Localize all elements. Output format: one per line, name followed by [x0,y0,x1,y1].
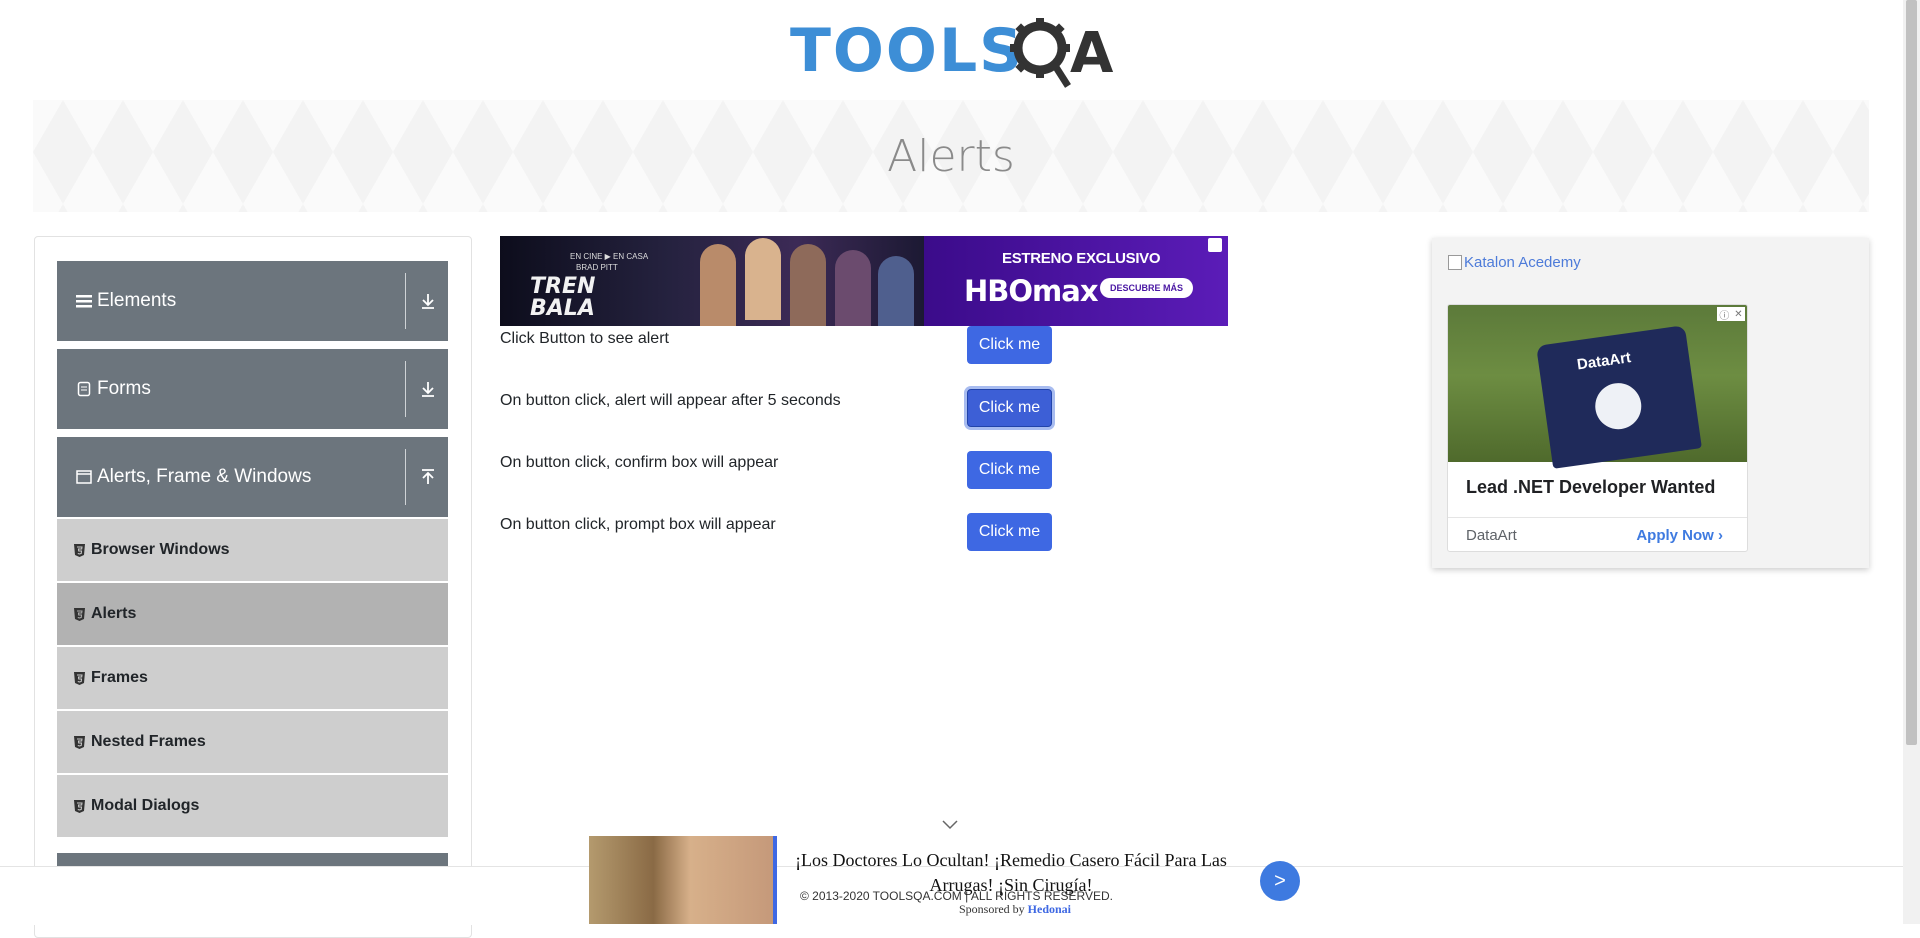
page-scrollbar[interactable] [1903,0,1920,924]
sidebar-item-nested-frames[interactable]: Nested Frames [57,711,448,774]
sidebar-item-label: Frames [91,669,148,686]
html5-icon [73,543,85,557]
html5-icon [73,607,85,621]
alert-label: Click Button to see alert [500,330,669,347]
toolsqa-logo[interactable]: TOOLS A [790,14,1120,94]
ad-footer: DataArt Apply Now › [1448,517,1747,551]
window-icon [75,468,93,486]
movie-ad-banner[interactable]: EN CINE ▶ EN CASA BRAD PITT TREN BALA ES… [500,236,1228,326]
broken-image-icon [1448,255,1462,270]
divider [405,361,406,417]
sidebar-group-label: Forms [97,378,151,399]
hbomax-cta-button[interactable]: DESCUBRE MÁS [1100,278,1194,298]
movie-ad-poster: EN CINE ▶ EN CASA BRAD PITT TREN BALA [500,236,924,326]
ad-advertiser: DataArt [1466,526,1517,544]
sponsor-name: Hedonai [1027,902,1072,916]
bag-brand-text: DataArt [1575,349,1632,374]
html5-icon [73,671,85,685]
page-title: Alerts [887,130,1015,182]
chevron-down-icon[interactable] [942,820,958,830]
hamburger-icon [75,292,93,310]
prompt-button[interactable]: Click me [967,513,1052,551]
logo-wordmark-left: TOOLS [790,16,1025,86]
divider [405,273,406,329]
sidebar-item-modal-dialogs[interactable]: Modal Dialogs [57,775,448,838]
sidebar-item-browser-windows[interactable]: Browser Windows [57,519,448,582]
movie-ad-tag: EN CINE ▶ EN CASA [570,252,649,261]
alert-button[interactable]: Click me [967,326,1052,364]
dataart-ad-card[interactable]: ⓘ ✕ DataArt Lead .NET Developer Wanted Da… [1447,304,1748,552]
chevron-right-icon: › [1718,526,1723,544]
confirm-button[interactable]: Click me [967,451,1052,489]
right-ad-panel: Katalon Acedemy ⓘ ✕ DataArt Lead .NET Dev… [1432,238,1869,568]
sidebar-group-label: Elements [97,290,177,311]
prompt-label: On button click, prompt box will appear [500,516,776,533]
page-header-banner: Alerts [33,100,1869,212]
apply-now-link[interactable]: Apply Now › [1636,527,1723,544]
movie-ad-actor: BRAD PITT [576,263,618,272]
timer-alert-label: On button click, alert will appear after… [500,392,841,409]
sticky-bottom-ad[interactable]: ¡Los Doctores Lo Ocultan! ¡Remedio Caser… [589,836,1304,924]
sidebar-item-frames[interactable]: Frames [57,647,448,710]
katalon-broken-image-link[interactable]: Katalon Acedemy [1448,254,1581,271]
tote-bag: DataArt [1536,325,1702,469]
download-arrow-icon[interactable] [416,377,440,401]
poster-figure [745,238,781,320]
sidebar-item-label: Nested Frames [91,733,206,750]
html5-icon [73,799,85,813]
logo-wordmark-right: A [1070,21,1114,86]
ad-headline[interactable]: Lead .NET Developer Wanted [1466,477,1715,498]
katalon-alt-text: Katalon Acedemy [1464,254,1581,271]
ad-photo: ⓘ ✕ DataArt [1448,305,1747,469]
sidebar-item-label: Alerts [91,605,137,622]
left-sidebar: Elements Forms Alerts, Frame & Windows B… [34,236,472,938]
poster-figure [878,256,914,326]
confirm-label: On button click, confirm box will appear [500,454,779,471]
poster-figure [835,250,871,326]
poster-figure [790,244,826,326]
ad-go-button[interactable]: > [1260,861,1300,901]
html5-icon [73,735,85,749]
adchoices-icon[interactable] [1208,238,1222,252]
sidebar-group-forms[interactable]: Forms [57,349,448,429]
timer-alert-button[interactable]: Click me [967,389,1052,427]
ad-close-icon[interactable]: ⓘ ✕ [1717,307,1745,322]
scrollbar-thumb[interactable] [1906,0,1917,745]
movie-ad-title-line2: BALA [530,296,595,321]
hbomax-ad: ESTRENO EXCLUSIVO HBOmax DESCUBRE MÁS [924,236,1228,326]
hbomax-brand: HBOmax [964,274,1099,308]
upload-arrow-icon[interactable] [416,465,440,489]
sidebar-item-alerts[interactable]: Alerts [57,583,448,646]
ad-text[interactable]: ¡Los Doctores Lo Ocultan! ¡Remedio Caser… [791,848,1231,898]
sponsored-by: Sponsored by Hedonai [959,902,1072,916]
ad-face-photo [589,836,773,924]
sidebar-group-alerts-frame-windows[interactable]: Alerts, Frame & Windows [57,437,448,517]
gear-magnifier-icon: A [1010,18,1114,88]
movie-ad-title-line1: TREN [530,274,596,299]
hbomax-ad-headline: ESTRENO EXCLUSIVO [1002,250,1161,267]
poster-figure [700,244,736,326]
astronaut-icon [1592,380,1645,433]
sidebar-group-label: Alerts, Frame & Windows [97,466,312,487]
ad-accent-stripe [773,836,777,924]
download-arrow-icon[interactable] [416,289,440,313]
divider [405,449,406,505]
document-icon [75,380,93,398]
sidebar-item-label: Modal Dialogs [91,797,200,814]
sidebar-group-elements[interactable]: Elements [57,261,448,341]
sidebar-item-label: Browser Windows [91,541,230,558]
